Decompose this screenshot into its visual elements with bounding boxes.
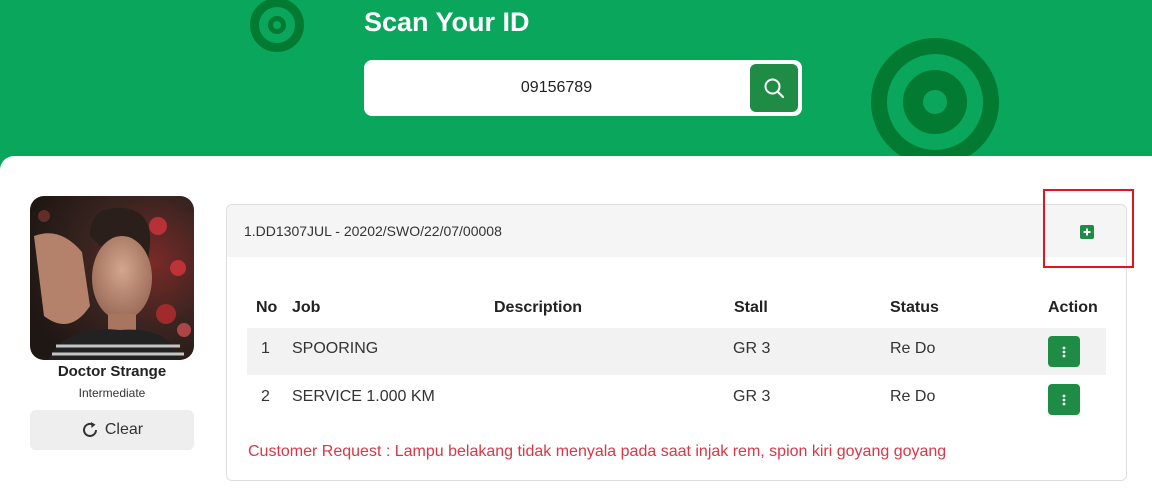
profile-name: Doctor Strange: [57, 363, 167, 380]
clear-button-label: Clear: [104, 421, 144, 438]
row-stall: GR 3: [733, 340, 771, 357]
row-action-button[interactable]: [1048, 384, 1080, 415]
customer-request-text: Customer Request : Lampu belakang tidak …: [248, 443, 947, 460]
column-header-job: Job: [292, 299, 321, 316]
row-no: 1: [261, 340, 270, 357]
scan-id-input[interactable]: 09156789: [364, 60, 749, 116]
decorative-ring-large: [871, 38, 999, 166]
row-action-button[interactable]: [1048, 336, 1080, 367]
decorative-ring-small: [250, 0, 304, 52]
scan-id-field[interactable]: 09156789: [364, 60, 802, 116]
row-job: SERVICE 1.000 KM: [292, 388, 435, 405]
column-header-stall: Stall: [734, 299, 768, 316]
search-button[interactable]: [750, 64, 798, 112]
row-status: Re Do: [890, 340, 936, 357]
column-header-action: Action: [1048, 299, 1098, 316]
job-card-title: 1.DD1307JUL - 20202/SWO/22/07/00008: [244, 223, 502, 239]
avatar: [30, 196, 194, 360]
table-row: 1 SPOORING GR 3 Re Do: [247, 328, 1106, 375]
more-vertical-icon: [1062, 394, 1066, 405]
page-title: Scan Your ID: [364, 7, 530, 37]
column-header-description: Description: [494, 299, 583, 316]
column-header-status: Status: [890, 299, 939, 316]
refresh-icon: [82, 422, 97, 437]
row-job: SPOORING: [292, 340, 379, 357]
clear-button[interactable]: Clear: [30, 410, 194, 450]
row-no: 2: [261, 388, 270, 405]
row-stall: GR 3: [733, 388, 771, 405]
highlight-box: [1043, 189, 1134, 268]
job-card-header: 1.DD1307JUL - 20202/SWO/22/07/00008: [227, 205, 1126, 257]
more-vertical-icon: [1062, 346, 1066, 357]
profile-level: Intermediate: [78, 386, 146, 400]
table-row: 2 SERVICE 1.000 KM GR 3 Re Do: [247, 376, 1106, 423]
row-status: Re Do: [890, 388, 936, 405]
search-icon: [764, 78, 785, 99]
column-header-no: No: [256, 299, 278, 316]
